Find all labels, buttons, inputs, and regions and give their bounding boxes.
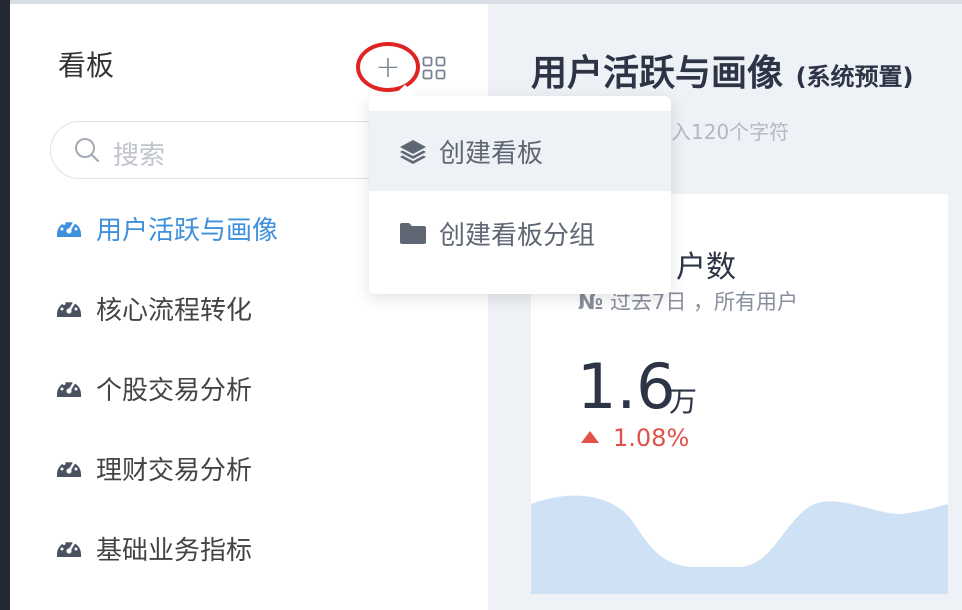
sidebar-item-core-funnel[interactable]: 核心流程转化 [56,288,252,328]
sidebar-item-user-activity[interactable]: 用户活跃与画像 [56,208,278,248]
card-title: 户数 [676,250,736,285]
dashboard-gauge-icon [57,219,81,237]
dashboard-gauge-icon [57,299,81,317]
sidebar-item-stock-trading[interactable]: 个股交易分析 [56,368,252,408]
sidebar-title: 看板 [58,49,115,82]
metric-unit: 万 [669,385,698,418]
folder-icon [400,223,426,244]
menu-item-label: 创建看板分组 [439,220,596,251]
sidebar-item-label: 个股交易分析 [96,375,253,406]
search-placeholder: 搜索 [113,141,166,171]
dashboard-gauge-icon [57,459,81,477]
menu-item-create-dashboard[interactable]: 创建看板 [369,111,671,191]
dashboard-gauge-icon [57,379,81,397]
dashboard-gauge-icon [57,539,81,557]
sidebar-item-label: 用户活跃与画像 [96,215,279,246]
search-input[interactable]: 搜索 [50,121,420,179]
page-title-suffix: (系统预置) [795,63,914,91]
dashboard-sidebar: 看板 + 搜索 用户活跃与画像 核心流程转化 个股交易分析 理财交易分析 基础业… [10,4,488,610]
sidebar-item-label: 核心流程转化 [96,295,253,326]
search-icon [75,138,100,163]
sparkline-area [531,495,948,594]
sidebar-item-label: 基础业务指标 [96,535,253,566]
page-title: 用户活跃与画像 (系统预置) [531,44,914,96]
sidebar-item-wealth-trading[interactable]: 理财交易分析 [56,448,252,488]
menu-item-create-dashboard-group[interactable]: 创建看板分组 [369,193,671,273]
grid-icon[interactable] [422,56,446,80]
create-dropdown-menu: 创建看板 创建看板分组 [369,84,671,294]
add-dashboard-button[interactable]: + [356,42,420,92]
metric-change-value: 1.08% [613,424,690,452]
page-title-text: 用户活跃与画像 [531,53,784,94]
app-nav-rail [0,0,10,610]
menu-item-label: 创建看板 [439,138,544,169]
metric-change: 1.08% [581,424,689,452]
metric-value: 1.6 [577,350,676,423]
plus-icon: + [375,49,401,85]
up-arrow-icon [581,431,599,443]
sidebar-item-label: 理财交易分析 [96,455,253,486]
sidebar-item-basic-metrics[interactable]: 基础业务指标 [56,528,252,568]
layers-icon [400,140,426,164]
